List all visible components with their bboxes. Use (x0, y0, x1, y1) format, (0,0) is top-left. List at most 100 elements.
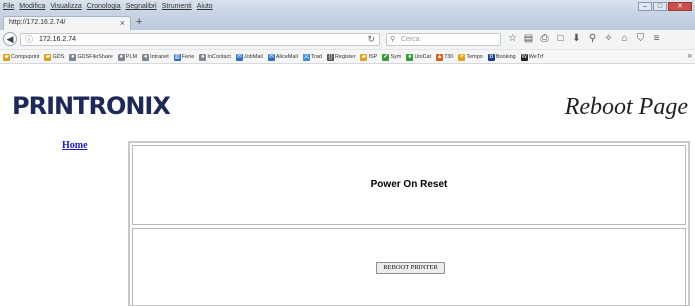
menu-bar: File Modifica Visualizza Cronologia Segn… (3, 2, 213, 12)
bookmark-label: Intranet (150, 54, 169, 60)
brackets-icon: {} (326, 53, 334, 61)
menu-visualizza[interactable]: Visualizza (50, 2, 81, 12)
booking-icon: B (487, 53, 495, 61)
main-panel: Power On Reset REBOOT PRINTER (128, 141, 690, 306)
bookmark-label: InContact (207, 54, 231, 60)
window-titlebar: File Modifica Visualizza Cronologia Segn… (0, 0, 695, 14)
sun-icon: ☀ (458, 53, 466, 61)
bookmark-label: WeTrf (528, 54, 544, 60)
tab-title: http://172.16.2.74/ (9, 19, 66, 26)
menu-file[interactable]: File (3, 2, 14, 12)
browser-tab[interactable]: http://172.16.2.74/ × (3, 16, 131, 30)
page-title: Reboot Page (564, 94, 688, 120)
power-on-reset-heading: Power On Reset (370, 179, 448, 190)
bookmarks-bar: ▰ Compuprint ▰ GDS ● GDSFileShare ● PLM ● Intrane… (0, 50, 695, 64)
menu-cronologia[interactable]: Cronologia (87, 2, 121, 12)
bookmark-item[interactable]: ▰ ISP (360, 52, 377, 62)
address-bar[interactable]: ⓘ 172.16.2.74 ↻ (20, 33, 380, 46)
reload-icon[interactable]: ↻ (367, 34, 375, 45)
bookmark-label: ISP (368, 54, 378, 60)
folder-icon: ▰ (3, 53, 10, 61)
navigation-bar: ◀ ⓘ 172.16.2.74 ↻ ⚲ Cerca ☆ ▤ ⎙ □ ⬇ ⚲ ✧ … (0, 30, 695, 50)
search-placeholder[interactable]: Cerca (401, 35, 420, 45)
globe-icon: ● (406, 53, 414, 61)
minimize-button[interactable]: – (638, 2, 652, 11)
bookmark-label: JobMail (243, 54, 263, 60)
globe-icon: ● (199, 53, 207, 61)
bookmark-item[interactable]: ✉ AliceMail (267, 52, 298, 62)
warning-icon: ▲ (436, 53, 444, 61)
menu-strumenti[interactable]: Strumenti (162, 2, 192, 12)
toolbar-icons: ☆ ▤ ⎙ □ ⬇ ⚲ ✧ ⌂ ⛉ ≡ (507, 32, 662, 46)
tab-close-icon[interactable]: × (120, 18, 125, 28)
reboot-printer-button[interactable]: REBOOT PRINTER (376, 262, 445, 274)
menu-aiuto[interactable]: Aiuto (197, 2, 213, 12)
chart-icon: ▥ (173, 53, 181, 61)
menu-segnalibri[interactable]: Segnalibri (126, 2, 157, 12)
menu-icon[interactable]: ≡ (651, 32, 662, 46)
bookmark-item[interactable]: ● GDSFileShare (69, 52, 113, 62)
folder-icon: ▰ (360, 53, 368, 61)
bookmark-label: Trad (310, 54, 322, 60)
bookmark-item[interactable]: ▲ 730 (436, 52, 453, 62)
printronix-logo: PRINTRONIX (12, 92, 171, 120)
bookmark-item[interactable]: B Booking (487, 52, 516, 62)
extension-icon[interactable]: ✧ (603, 32, 614, 46)
library-icon[interactable]: ▤ (523, 32, 534, 46)
bookmark-item[interactable]: W WeTrf (520, 52, 544, 62)
search-toolbar-icon[interactable]: ⚲ (587, 32, 598, 46)
bookmark-label: Register (334, 54, 356, 60)
bookmark-item[interactable]: ✉ JobMail (235, 52, 263, 62)
star-icon[interactable]: ☆ (507, 32, 518, 46)
bookmark-item[interactable]: ● InContact (199, 52, 231, 62)
shield-icon[interactable]: ⛉ (635, 32, 646, 46)
bookmark-item[interactable]: ☀ Tempo (458, 52, 483, 62)
download-icon[interactable]: ⬇ (571, 32, 582, 46)
bookmark-label: UniCat (414, 54, 432, 60)
bookmark-item[interactable]: ✔ Sym (382, 52, 401, 62)
bookmark-list: ▰ Compuprint ▰ GDS ● GDSFileShare ● PLM ● Intrane… (3, 52, 543, 62)
bookmark-item[interactable]: ● PLM (117, 52, 138, 62)
bookmark-label: AliceMail (275, 54, 298, 60)
bookmark-label: 730 (444, 54, 454, 60)
check-icon: ✔ (382, 53, 390, 61)
bookmark-item[interactable]: ▰ Compuprint (3, 52, 39, 62)
bookmark-label: Booking (495, 54, 516, 60)
search-icon: ⚲ (390, 36, 396, 43)
pocket-icon[interactable]: □ (555, 32, 566, 46)
bookmark-label: Compuprint (11, 54, 40, 60)
bookmark-item[interactable]: {} Register (326, 52, 356, 62)
close-window-button[interactable]: ✕ (668, 2, 692, 11)
info-icon[interactable]: ⓘ (25, 35, 33, 45)
bookmark-item[interactable]: ▰ GDS (44, 52, 64, 62)
home-link[interactable]: Home (62, 140, 88, 151)
search-input[interactable]: ⚲ Cerca (386, 33, 501, 46)
maximize-button[interactable]: □ (653, 2, 667, 11)
bookmark-item[interactable]: 文 Trad (302, 52, 322, 62)
bookmark-item[interactable]: ▥ Ferie (173, 52, 195, 62)
bookmark-label: Tempo (466, 54, 483, 60)
url-text[interactable]: 172.16.2.74 (39, 35, 76, 45)
bookmark-label: Ferie (181, 54, 195, 60)
menu-modifica[interactable]: Modifica (19, 2, 45, 12)
print-icon[interactable]: ⎙ (539, 32, 550, 46)
back-button[interactable]: ◀ (3, 32, 17, 46)
home-icon[interactable]: ⌂ (619, 32, 630, 46)
new-tab-button[interactable]: + (136, 17, 142, 28)
globe-icon: ● (142, 53, 150, 61)
bookmark-item[interactable]: ● Intranet (142, 52, 169, 62)
bookmark-label: GDS (52, 54, 65, 60)
globe-icon: ● (69, 53, 77, 61)
tab-strip: http://172.16.2.74/ × + (0, 14, 695, 30)
mail-icon: ✉ (235, 53, 243, 61)
bookmark-item[interactable]: ● UniCat (406, 52, 431, 62)
reset-heading-cell: Power On Reset (132, 145, 686, 225)
window-controls: – □ ✕ (638, 2, 692, 11)
translate-icon: 文 (302, 53, 310, 61)
bookmark-label: GDSFileShare (77, 54, 113, 60)
bookmarks-more-icon[interactable]: » (688, 51, 692, 61)
bookmark-label: Sym (390, 54, 402, 60)
mail-icon: ✉ (267, 53, 275, 61)
folder-icon: ▰ (44, 53, 52, 61)
bookmark-label: PLM (125, 54, 138, 60)
